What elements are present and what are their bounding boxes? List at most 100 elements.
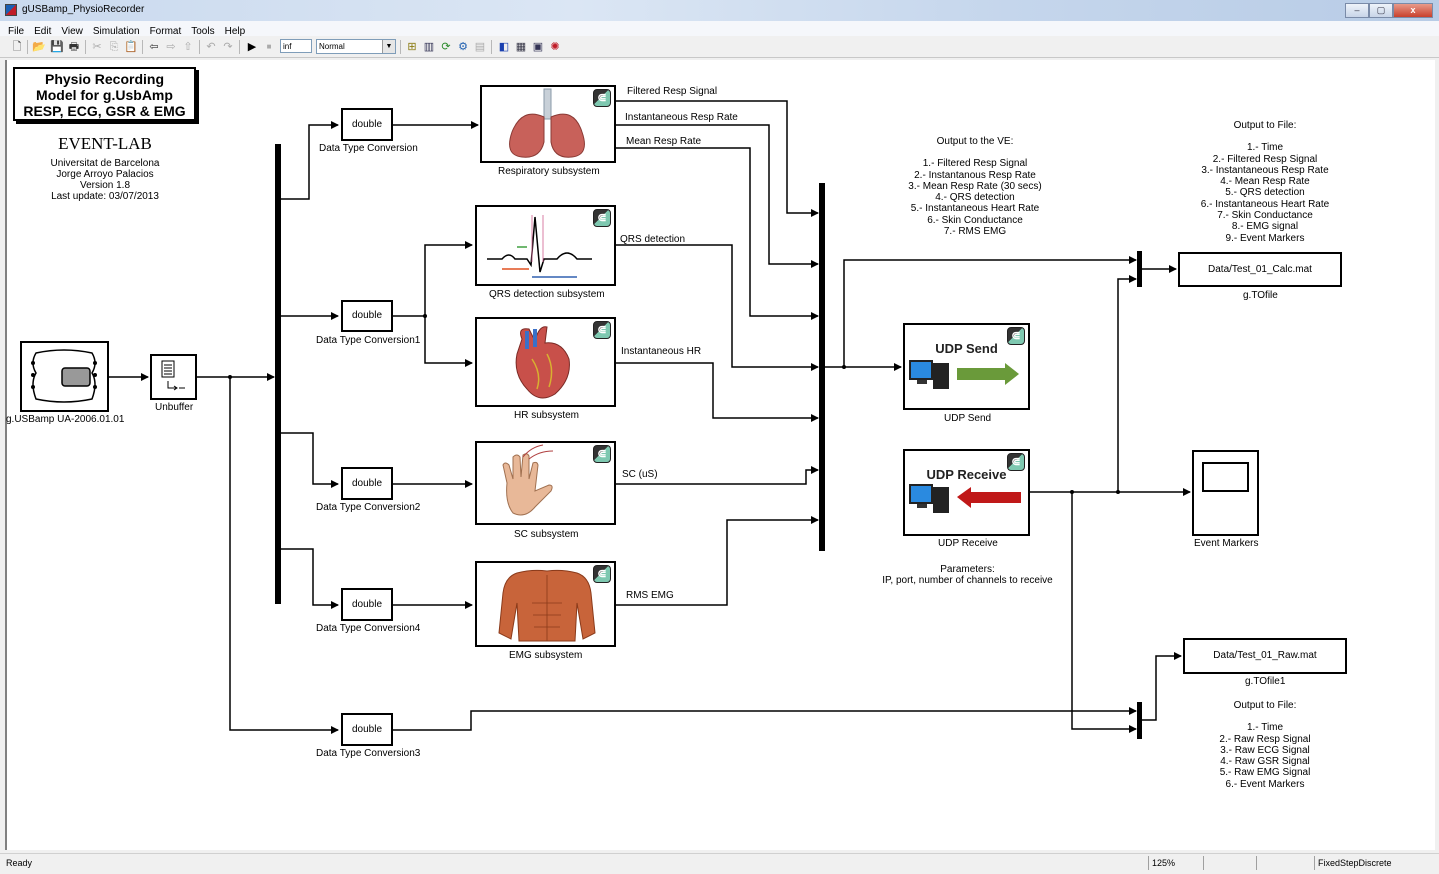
signal-line xyxy=(1071,492,1137,733)
info-line: Last update: 03/07/2013 xyxy=(51,191,159,202)
solver-type: FixedStepDiscrete xyxy=(1314,856,1424,870)
udp-send-block[interactable]: UDP Send ⋐ xyxy=(903,323,1030,410)
ve-output-annotation: Output to the VE: 1.- Filtered Resp Sign… xyxy=(895,136,1055,237)
mux-block[interactable] xyxy=(819,183,825,551)
qrs-subsystem-label: QRS detection subsystem xyxy=(489,289,605,300)
demux-block[interactable] xyxy=(275,144,281,604)
data-type-conversion2-block[interactable]: double xyxy=(341,467,393,500)
annotation-item: 5.- Raw EMG Signal xyxy=(1219,767,1311,779)
udp-receive-block[interactable]: UDP Receive ⋐ xyxy=(903,449,1030,536)
udp-send-label: UDP Send xyxy=(944,413,992,424)
event-markers-scope-block[interactable] xyxy=(1192,450,1259,536)
output-label: Instantaneous HR xyxy=(621,346,702,357)
info-line: Version 1.8 xyxy=(79,180,131,191)
unbuffer-block[interactable] xyxy=(150,354,197,400)
annotation-item: 2.- Instantanous Resp Rate xyxy=(914,169,1036,181)
signal-line xyxy=(229,377,339,734)
status-bar: Ready 125% FixedStepDiscrete xyxy=(0,853,1439,874)
data-type-conversion1-block[interactable]: double xyxy=(341,300,393,332)
masked-subsystem-icon: ⋐ xyxy=(593,209,611,227)
masked-subsystem-icon: ⋐ xyxy=(1007,453,1025,471)
tofile-calc-block[interactable]: Data/Test_01_Calc.mat xyxy=(1178,252,1342,287)
annotation-item: 3.- Instantaneous Resp Rate xyxy=(1201,164,1329,176)
raw-mux-block[interactable] xyxy=(1137,702,1142,739)
model-title-box: Physio Recording Model for g.UsbAmp RESP… xyxy=(13,67,196,121)
device-label: g.USBamp UA-2006.01.01 xyxy=(6,414,125,425)
tofile-calc-label: g.TOfile xyxy=(1243,290,1278,301)
data-type-conversion4-block[interactable]: double xyxy=(341,588,393,621)
respiratory-subsystem-block[interactable]: ⋐ xyxy=(480,85,616,163)
annotation-item: 6.- Skin Conductance xyxy=(927,214,1023,226)
signal-line xyxy=(393,241,473,317)
annotation-title: Output to the VE: xyxy=(936,136,1014,147)
branch-point xyxy=(228,375,232,379)
annotation-line: Parameters: xyxy=(940,564,995,575)
info-line: Universitat de Barcelona xyxy=(50,158,160,169)
emg-subsystem-label: EMG subsystem xyxy=(509,650,583,661)
model-title-line: Physio Recording xyxy=(44,71,165,87)
signal-line xyxy=(280,121,339,200)
annotation-item: 3.- Mean Resp Rate (30 secs) xyxy=(908,180,1042,192)
udp-receive-label: UDP Receive xyxy=(938,538,998,549)
output-label: Instantaneous Resp Rate xyxy=(625,112,738,123)
calc-file-annotation: Output to File: 1.- Time 2.- Filtered Re… xyxy=(1180,120,1350,244)
output-label: RMS EMG xyxy=(626,590,674,601)
unbuffer-icon xyxy=(161,360,185,391)
masked-subsystem-icon: ⋐ xyxy=(1007,327,1025,345)
conversion1-label: Data Type Conversion1 xyxy=(316,335,421,346)
signal-line xyxy=(1117,275,1137,492)
qrs-detection-subsystem-block[interactable]: ⋐ xyxy=(475,205,616,286)
calc-mux-block[interactable] xyxy=(1137,251,1142,287)
annotation-item: 6.- Instantaneous Heart Rate xyxy=(1200,198,1330,210)
signal-line xyxy=(393,707,1137,731)
branch-point xyxy=(423,314,427,318)
masked-subsystem-icon: ⋐ xyxy=(593,321,611,339)
signal-line xyxy=(280,432,339,488)
sc-subsystem-block[interactable]: ⋐ xyxy=(475,441,616,525)
annotation-item: 4.- Mean Resp Rate xyxy=(1220,176,1310,188)
status-cell xyxy=(1203,856,1256,870)
annotation-item: 4.- Raw GSR Signal xyxy=(1220,756,1310,768)
annotation-item: 4.- QRS detection xyxy=(935,192,1015,204)
hr-subsystem-block[interactable]: ⋐ xyxy=(475,317,616,407)
data-type-conversion3-block[interactable]: double xyxy=(341,713,393,746)
model-info: Universitat de Barcelona Jorge Arroyo Pa… xyxy=(20,158,190,202)
status-text: Ready xyxy=(6,858,33,868)
output-label: SC (uS) xyxy=(622,469,658,480)
respiratory-subsystem-label: Respiratory subsystem xyxy=(498,166,600,177)
info-line: Jorge Arroyo Palacios xyxy=(56,169,154,180)
data-type-conversion-block[interactable]: double xyxy=(341,108,393,141)
annotation-item: 2.- Filtered Resp Signal xyxy=(1212,153,1318,165)
annotation-item: 5.- Instantaneous Heart Rate xyxy=(910,203,1040,215)
scope-screen-icon xyxy=(1202,462,1249,492)
masked-subsystem-icon: ⋐ xyxy=(593,445,611,463)
annotation-item: 8.- EMG signal xyxy=(1231,221,1299,233)
emg-subsystem-block[interactable]: ⋐ xyxy=(475,561,616,647)
annotation-item: 1.- Time xyxy=(1246,142,1284,154)
masked-subsystem-icon: ⋐ xyxy=(593,565,611,583)
signal-line xyxy=(1142,652,1182,721)
device-icon xyxy=(31,349,97,403)
tofile-raw-block[interactable]: Data/Test_01_Raw.mat xyxy=(1183,638,1347,674)
conversion2-label: Data Type Conversion2 xyxy=(316,502,421,513)
signal-line xyxy=(616,362,819,422)
annotation-title: Output to File: xyxy=(1233,700,1297,711)
annotation-item: 9.- Event Markers xyxy=(1225,232,1305,244)
conversion3-label: Data Type Conversion3 xyxy=(316,748,421,759)
hr-subsystem-label: HR subsystem xyxy=(514,410,580,421)
udp-parameters-annotation: Parameters: IP, port, number of channels… xyxy=(870,564,1065,587)
gusbamp-device-block[interactable] xyxy=(20,341,109,412)
tofile-raw-label: g.TOfile1 xyxy=(1245,676,1286,687)
sc-subsystem-label: SC subsystem xyxy=(514,529,579,540)
annotation-item: 1.- Filtered Resp Signal xyxy=(922,158,1028,170)
branch-point xyxy=(1116,490,1120,494)
lab-name: EVENT-LAB xyxy=(58,134,152,153)
output-label: QRS detection xyxy=(620,234,686,245)
conversion4-label: Data Type Conversion4 xyxy=(316,623,421,634)
scope-label: Event Markers xyxy=(1194,538,1259,549)
annotation-title: Output to File: xyxy=(1233,120,1297,131)
annotation-item: 6.- Event Markers xyxy=(1225,778,1305,790)
output-label: Filtered Resp Signal xyxy=(627,86,718,97)
annotation-item: 5.- QRS detection xyxy=(1225,187,1305,199)
branch-point xyxy=(1070,490,1074,494)
